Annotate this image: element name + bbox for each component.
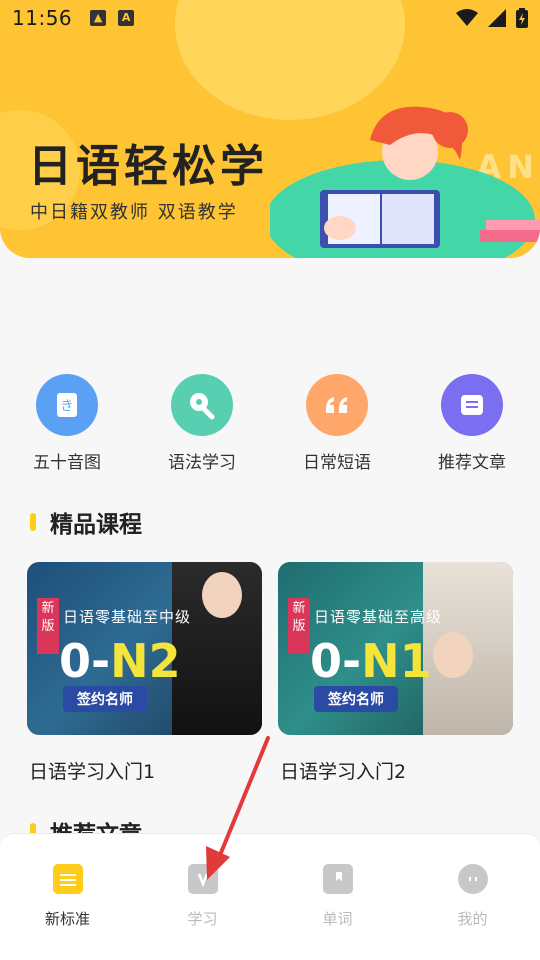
gallery-notification-icon: ▲	[90, 10, 107, 26]
course-title: 日语学习入门2	[280, 761, 407, 783]
book-stack-icon	[52, 864, 83, 894]
new-edition-badge: 新版	[288, 598, 310, 654]
course-thumbnail: 新版 日语零基础至高级 0-N1 签约名师	[278, 562, 513, 735]
bookmark-book-icon	[322, 864, 353, 894]
battery-charging-icon	[516, 8, 528, 28]
quote-icon	[306, 374, 368, 436]
article-icon	[441, 374, 503, 436]
nav-tab-profile[interactable]: 我的	[405, 834, 540, 960]
font-notification-icon: A	[118, 10, 135, 26]
nav-label: 我的	[457, 910, 488, 928]
study-icon	[187, 864, 218, 894]
quick-link-grammar[interactable]: 语法学习	[147, 374, 257, 473]
nav-label: 新标准	[44, 910, 90, 928]
svg-text:き: き	[60, 399, 73, 414]
quick-link-label: 五十音图	[33, 453, 101, 473]
thumbnail-level: 0-N2	[59, 634, 181, 688]
course-title: 日语学习入门1	[29, 761, 156, 783]
quick-link-label: 日常短语	[303, 453, 371, 473]
thumbnail-sign-tag: 签约名师	[314, 686, 398, 712]
section-title-premium-courses: 精品课程	[30, 505, 142, 539]
nav-tab-words[interactable]: 单词	[270, 834, 405, 960]
thumbnail-sign-tag: 签约名师	[63, 686, 147, 712]
nav-tab-study[interactable]: 学习	[135, 834, 270, 960]
status-time: 11:56	[12, 6, 73, 30]
course-card-2[interactable]: 新版 日语零基础至高级 0-N1 签约名师 日语学习入门2	[278, 562, 513, 784]
banner-title: 日语轻松学	[28, 141, 268, 192]
quick-link-articles[interactable]: 推荐文章	[417, 374, 527, 473]
banner-subtitle: 中日籍双教师 双语教学	[30, 202, 238, 223]
section-title-text: 精品课程	[50, 512, 142, 538]
section-accent-bar	[30, 513, 36, 531]
profile-face-icon	[457, 864, 488, 894]
status-bar: 11:56 ▲ A	[0, 0, 540, 36]
bottom-nav: 新标准 学习 单词 我的	[0, 833, 540, 960]
thumbnail-caption: 日语零基础至中级	[63, 608, 192, 626]
quick-link-kana-chart[interactable]: き 五十音图	[12, 374, 122, 473]
quick-link-phrases[interactable]: 日常短语	[282, 374, 392, 473]
nav-label: 单词	[322, 910, 353, 928]
reading-woman-illustration	[270, 106, 540, 258]
nav-label: 学习	[187, 910, 218, 928]
thumbnail-level: 0-N1	[310, 634, 432, 688]
quick-link-label: 语法学习	[168, 453, 236, 473]
quick-link-label: 推荐文章	[438, 453, 506, 473]
course-thumbnail: 新版 日语零基础至中级 0-N2 签约名师	[27, 562, 262, 735]
wifi-icon	[456, 9, 478, 26]
hiragana-card-icon: き	[36, 374, 98, 436]
course-card-1[interactable]: 新版 日语零基础至中级 0-N2 签约名师 日语学习入门1	[27, 562, 262, 784]
nav-tab-new-standard[interactable]: 新标准	[0, 834, 135, 960]
thumbnail-caption: 日语零基础至高级	[314, 608, 443, 626]
quick-links: き 五十音图 语法学习 日常短语 推荐文章	[0, 374, 540, 474]
new-edition-badge: 新版	[37, 598, 59, 654]
hero-banner[interactable]: AN 日语轻松学 中日籍双教师 双语教学	[0, 0, 540, 258]
signal-icon	[488, 9, 506, 27]
pen-nib-icon	[171, 374, 233, 436]
